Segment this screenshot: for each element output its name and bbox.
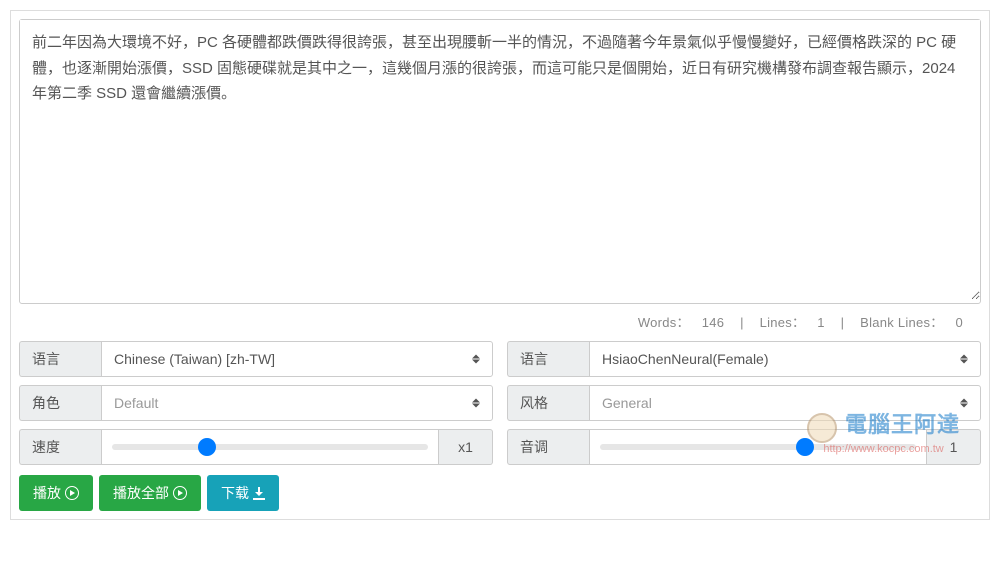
text-stats: Words：146 | Lines：1 | Blank Lines：0 (19, 308, 981, 341)
pitch-value: 1 (927, 429, 981, 465)
voice-select[interactable]: HsiaoChenNeural(Female) (589, 341, 981, 377)
pitch-slider-wrap (589, 429, 927, 465)
voice-row: 语言 HsiaoChenNeural(Female) (507, 341, 981, 377)
play-icon (65, 486, 79, 500)
play-button[interactable]: 播放 (19, 475, 93, 511)
chevron-sort-icon (960, 399, 968, 408)
speed-thumb[interactable] (198, 438, 216, 456)
chevron-sort-icon (960, 355, 968, 364)
download-icon (253, 487, 265, 499)
language-row: 语言 Chinese (Taiwan) [zh-TW] (19, 341, 493, 377)
play-label: 播放 (33, 483, 61, 503)
play-all-label: 播放全部 (113, 483, 169, 503)
voice-value: HsiaoChenNeural(Female) (602, 351, 769, 367)
pitch-row: 音调 1 (507, 429, 981, 465)
style-value: General (602, 395, 652, 411)
left-column: 语言 Chinese (Taiwan) [zh-TW] 角色 Default 速… (19, 341, 493, 465)
text-input-wrap (19, 19, 981, 304)
language-select[interactable]: Chinese (Taiwan) [zh-TW] (101, 341, 493, 377)
app-panel: Words：146 | Lines：1 | Blank Lines：0 语言 C… (10, 10, 990, 520)
pitch-label: 音调 (507, 429, 589, 465)
blank-lines-label: Blank Lines：0 (848, 315, 975, 330)
language-label: 语言 (19, 341, 101, 377)
style-row: 风格 General (507, 385, 981, 421)
role-select[interactable]: Default (101, 385, 493, 421)
words-label: Words：146 (626, 315, 736, 330)
download-label: 下载 (221, 483, 249, 503)
role-row: 角色 Default (19, 385, 493, 421)
play-all-button[interactable]: 播放全部 (99, 475, 201, 511)
action-buttons: 播放 播放全部 下载 (19, 475, 981, 511)
text-input[interactable] (20, 20, 980, 300)
speed-label: 速度 (19, 429, 101, 465)
role-value: Default (114, 395, 158, 411)
language-value: Chinese (Taiwan) [zh-TW] (114, 351, 275, 367)
voice-label: 语言 (507, 341, 589, 377)
pitch-thumb[interactable] (796, 438, 814, 456)
chevron-sort-icon (472, 355, 480, 364)
chevron-sort-icon (472, 399, 480, 408)
play-icon (173, 486, 187, 500)
download-button[interactable]: 下载 (207, 475, 279, 511)
speed-slider[interactable] (112, 444, 428, 450)
style-label: 风格 (507, 385, 589, 421)
role-label: 角色 (19, 385, 101, 421)
lines-label: Lines：1 (748, 315, 837, 330)
speed-row: 速度 x1 (19, 429, 493, 465)
speed-value: x1 (439, 429, 493, 465)
pitch-slider[interactable] (600, 444, 916, 450)
speed-slider-wrap (101, 429, 439, 465)
style-select[interactable]: General (589, 385, 981, 421)
right-column: 语言 HsiaoChenNeural(Female) 风格 General 音调 (507, 341, 981, 465)
controls-grid: 语言 Chinese (Taiwan) [zh-TW] 角色 Default 速… (19, 341, 981, 465)
